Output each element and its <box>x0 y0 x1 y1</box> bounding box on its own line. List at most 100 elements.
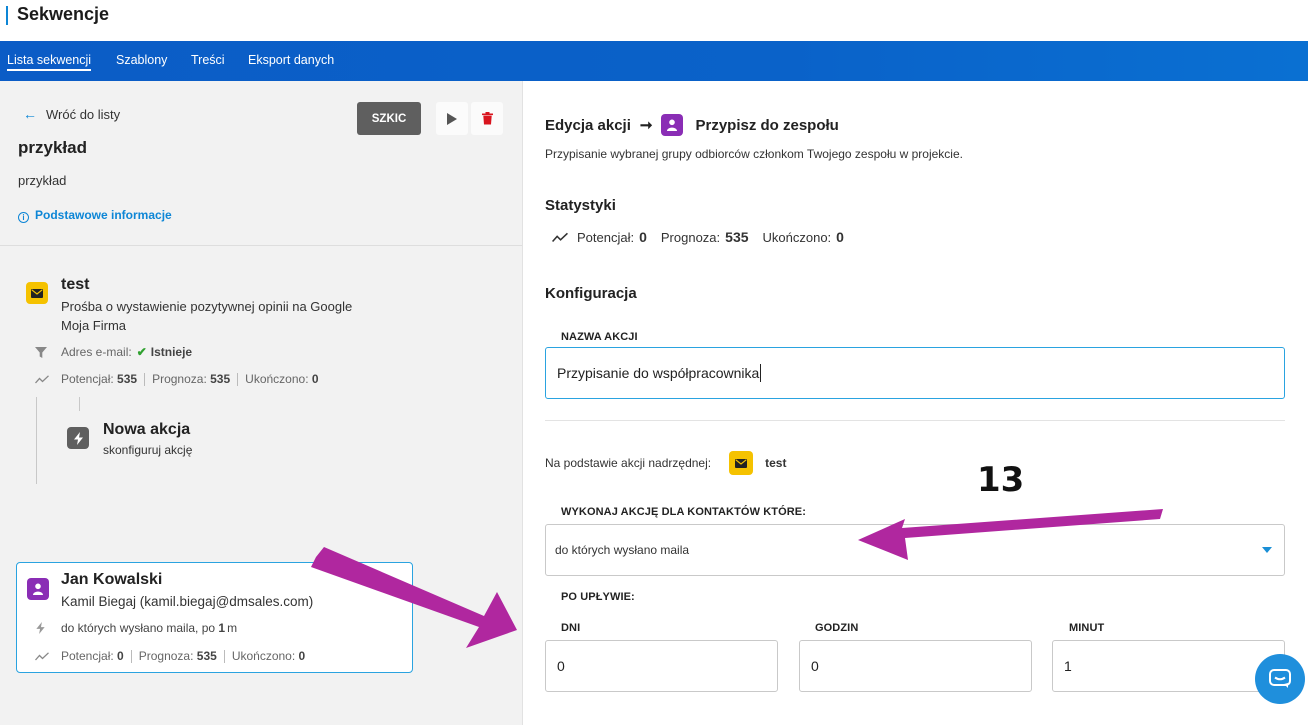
trash-icon <box>481 112 493 125</box>
email-action-icon <box>26 282 48 304</box>
tab-eksport-danych[interactable]: Eksport danych <box>248 53 334 67</box>
lightning-icon <box>73 431 83 445</box>
potencjal-value: 0 <box>117 649 124 663</box>
node-test-condition: Adres e-mail: ✔ Istnieje <box>35 345 192 359</box>
delete-button[interactable] <box>471 102 503 135</box>
parent-action-row: Na podstawie akcji nadrzędnej: test <box>545 451 786 475</box>
condition-text: do których wysłano maila, po <box>61 621 216 635</box>
config-divider <box>545 420 1285 421</box>
left-divider <box>0 245 522 246</box>
prognoza-value: 535 <box>196 649 217 663</box>
play-button[interactable] <box>436 102 468 135</box>
generic-action-icon <box>67 427 89 449</box>
arrow-right-icon: ➞ <box>639 117 653 134</box>
connector-line <box>36 397 37 484</box>
contacts-condition-select[interactable]: do których wysłano maila <box>545 524 1285 576</box>
page-title: Sekwencje <box>17 4 110 24</box>
action-description: Przypisanie wybranej grupy odbiorców czł… <box>545 147 963 161</box>
header-accent-bar <box>6 6 8 25</box>
minutes-label: MINUT <box>1069 622 1105 634</box>
lightning-icon <box>36 622 45 634</box>
node-jan-condition: do których wysłano maila, po 1m <box>36 621 237 635</box>
text-caret <box>760 364 762 382</box>
ukonczono-label: Ukończono: <box>231 649 296 663</box>
parent-action-label: Na podstawie akcji nadrzędnej: <box>545 456 712 470</box>
tab-szablony[interactable]: Szablony <box>116 53 167 67</box>
trend-icon <box>35 374 49 383</box>
prognoza-value: 535 <box>210 372 231 386</box>
trend-icon <box>552 232 568 242</box>
contacts-condition-label: WYKONAJ AKCJĘ DLA KONTAKTÓW KTÓRE: <box>561 506 806 518</box>
check-icon: ✔ <box>136 345 147 359</box>
hours-input[interactable]: 0 <box>799 640 1032 692</box>
stat-separator <box>144 372 146 386</box>
prognoza-value: 535 <box>725 229 749 245</box>
potencjal-label: Potencjał: <box>61 372 114 386</box>
condition-value: Istnieje <box>150 345 193 359</box>
days-value: 0 <box>557 658 565 674</box>
node-title-jan-kowalski[interactable]: Jan Kowalski <box>61 571 162 589</box>
stat-separator <box>130 649 132 663</box>
envelope-icon <box>735 458 748 468</box>
potencjal-value: 535 <box>117 372 138 386</box>
potencjal-label: Potencjał: <box>61 649 114 663</box>
prognoza-label: Prognoza: <box>138 649 194 663</box>
ukonczono-value: 0 <box>311 372 319 386</box>
action-type-name: Przypisz do zespołu <box>695 116 839 134</box>
action-name-label: NAZWA AKCJI <box>561 331 638 343</box>
back-to-list-link[interactable]: ← Wróć do listy <box>23 106 120 122</box>
play-icon <box>447 112 457 125</box>
arrow-left-icon: ← <box>23 106 37 122</box>
ukonczono-value: 0 <box>836 229 844 245</box>
envelope-icon <box>31 288 43 298</box>
after-delay-label: PO UPŁYWIE: <box>561 591 635 603</box>
condition-label: Adres e-mail: <box>61 345 132 359</box>
filter-icon <box>35 346 47 358</box>
days-input[interactable]: 0 <box>545 640 778 692</box>
node-new-action-hint: skonfiguruj akcję <box>103 443 193 457</box>
chat-icon <box>1269 669 1291 688</box>
tab-lista-sekwencji[interactable]: Lista sekwencji <box>7 53 92 71</box>
assign-action-icon <box>661 114 684 136</box>
sequence-name: przykład <box>18 138 87 157</box>
annotation-number: 13 <box>977 460 1025 500</box>
sequence-description: przykład <box>18 173 67 188</box>
status-badge-draft[interactable]: SZKIC <box>357 102 421 135</box>
node-title-test[interactable]: test <box>61 276 89 294</box>
ukonczono-label: Ukończono: <box>245 372 309 386</box>
stats-title: Statystyki <box>545 197 616 214</box>
sequence-panel: ← Wróć do listy SZKIC przykład przykład i… <box>0 81 523 725</box>
minutes-input[interactable]: 1 <box>1052 640 1285 692</box>
action-name-value: Przypisanie do współpracownika <box>557 365 760 381</box>
condition-value: 1 <box>218 621 226 635</box>
info-icon: i <box>18 212 29 223</box>
potencjal-value: 0 <box>639 229 647 245</box>
days-label: DNI <box>561 622 581 634</box>
email-action-icon <box>729 451 754 475</box>
parent-action-value[interactable]: test <box>765 456 786 470</box>
ukonczono-label: Ukończono: <box>762 229 832 245</box>
chat-widget-button[interactable] <box>1255 654 1305 704</box>
prognoza-label: Prognoza: <box>152 372 207 386</box>
action-stats: Potencjał: 0 Prognoza: 535 Ukończono: 0 <box>552 229 858 245</box>
minutes-value: 1 <box>1064 658 1072 674</box>
app-header: Sekwencje <box>0 0 1308 41</box>
basic-info-link[interactable]: i Podstawowe informacje <box>18 208 172 223</box>
node-test-sender: Moja Firma <box>61 318 127 333</box>
node-test-stats: Potencjał: 535 Prognoza: 535 Ukończono: … <box>35 372 319 386</box>
hours-label: GODZIN <box>815 622 859 634</box>
config-title: Konfiguracja <box>545 285 637 302</box>
node-assignee: Kamil Biegaj (kamil.biegaj@dmsales.com) <box>61 594 314 609</box>
back-label: Wróć do listy <box>46 107 121 122</box>
edit-label: Edycja akcji <box>545 116 631 134</box>
top-nav: Lista sekwencji Szablony Treści Eksport … <box>0 41 1308 81</box>
app-root: Sekwencje Lista sekwencji Szablony Treśc… <box>0 0 1308 725</box>
tab-tresci[interactable]: Treści <box>191 53 225 67</box>
action-editor-panel: Edycja akcji ➞ Przypisz do zespołu Przyp… <box>524 81 1308 725</box>
condition-unit: m <box>227 621 238 635</box>
ukonczono-value: 0 <box>298 649 306 663</box>
basic-info-label: Podstawowe informacje <box>35 208 172 222</box>
action-name-input[interactable]: Przypisanie do współpracownika <box>545 347 1285 399</box>
hours-value: 0 <box>811 658 819 674</box>
node-title-new-action[interactable]: Nowa akcja <box>103 421 190 439</box>
